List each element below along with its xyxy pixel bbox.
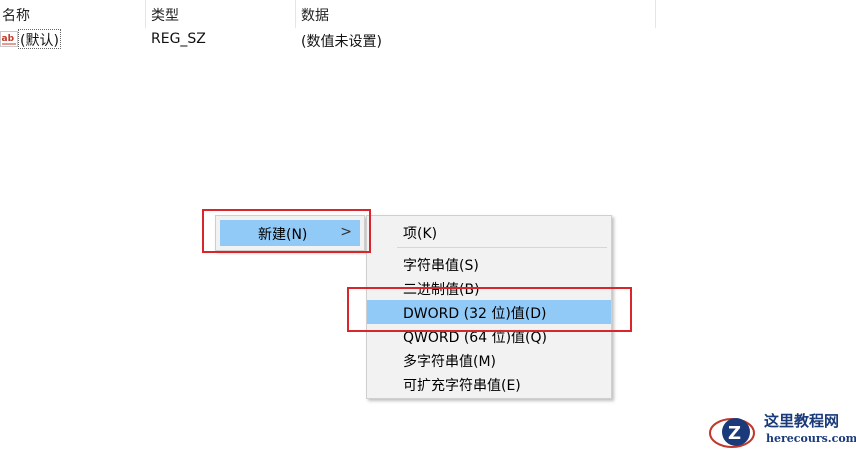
submenu-item-expandable-string-value[interactable]: 可扩充字符串值(E) xyxy=(367,372,611,396)
submenu-item-multi-string-value[interactable]: 多字符串值(M) xyxy=(367,348,611,372)
column-header: 名称 类型 数据 xyxy=(0,0,656,28)
submenu-item-label: 可扩充字符串值(E) xyxy=(403,378,521,394)
column-separator[interactable] xyxy=(145,0,146,28)
submenu-item-string-value[interactable]: 字符串值(S) xyxy=(367,252,611,276)
submenu-item-key[interactable]: 项(K) xyxy=(367,220,611,244)
table-row[interactable]: ab (默认) REG_SZ (数值未设置) xyxy=(0,29,656,51)
submenu-item-label: 项(K) xyxy=(403,226,438,242)
svg-text:ab: ab xyxy=(2,34,15,44)
column-separator[interactable] xyxy=(295,0,296,28)
column-separator[interactable] xyxy=(655,0,656,28)
submenu-item-label: 字符串值(S) xyxy=(403,258,479,274)
annotation-box-dword xyxy=(347,287,632,332)
value-name-cell[interactable]: (默认) xyxy=(18,29,61,49)
column-data-header[interactable]: 数据 xyxy=(301,5,329,25)
ab-string-icon: ab xyxy=(0,31,18,47)
watermark-subtitle: herecours.com xyxy=(766,432,856,445)
value-data-cell: (数值未设置) xyxy=(301,34,382,50)
svg-text:Z: Z xyxy=(728,423,741,444)
watermark-title: 这里教程网 xyxy=(764,412,840,430)
column-type-header[interactable]: 类型 xyxy=(151,5,179,25)
menu-separator xyxy=(397,247,607,248)
column-name-header[interactable]: 名称 xyxy=(2,5,30,25)
submenu-item-label: 多字符串值(M) xyxy=(403,354,497,370)
watermark: Z 这里教程网 herecours.com xyxy=(708,410,856,454)
value-type-cell: REG_SZ xyxy=(151,31,206,47)
annotation-box-new xyxy=(202,209,371,253)
watermark-logo-icon: Z xyxy=(709,418,755,448)
